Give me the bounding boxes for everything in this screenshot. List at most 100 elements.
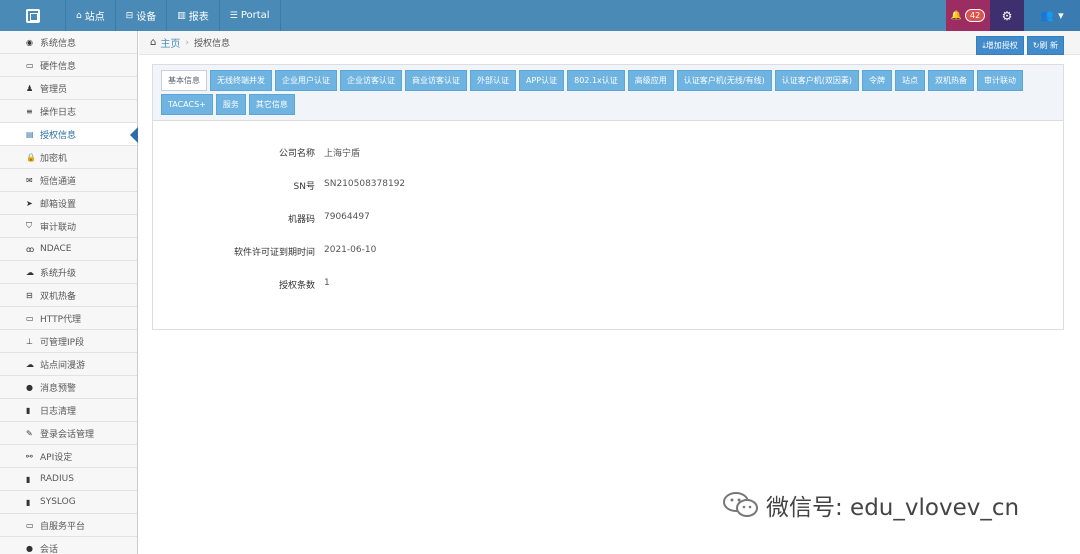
tab[interactable]: 审计联动 bbox=[976, 70, 1023, 91]
sidebar-item-label: 登录会话管理 bbox=[40, 429, 95, 440]
tab[interactable]: 其它信息 bbox=[248, 94, 295, 115]
sliders-icon: ☰ bbox=[229, 10, 238, 21]
logo-icon bbox=[25, 8, 40, 23]
wrench-icon: ✎ bbox=[26, 428, 33, 438]
top-navbar: ⌂ 站点 ⊟ 设备 ▥ 报表 ☰ Portal 🔔 42 ⚙ 👥 ▾ bbox=[0, 0, 1080, 31]
license-info: 公司名称 上海宁盾 SN号 SN210508378192 机器码 79064497 软件许可… bbox=[153, 121, 1063, 311]
sidebar-item-label: 管理员 bbox=[40, 84, 68, 95]
sidebar-item-label: 消息预警 bbox=[40, 383, 77, 394]
nav-portal[interactable]: ☰ Portal bbox=[220, 0, 281, 31]
sidebar-item-label: 加密机 bbox=[40, 153, 68, 164]
router-icon: ⌂ bbox=[76, 10, 82, 21]
tab[interactable]: 双机热备 bbox=[927, 70, 974, 91]
tab[interactable]: 外部认证 bbox=[470, 70, 516, 91]
sidebar-item[interactable]: ≡ 操作日志 bbox=[0, 100, 137, 123]
breadcrumb-home[interactable]: ⌂ 主页 bbox=[150, 35, 180, 50]
breadcrumb-separator: › bbox=[185, 37, 189, 48]
sidebar-item[interactable]: ▭ 硬件信息 bbox=[0, 54, 137, 77]
sidebar-item[interactable]: ꝏ NDACE bbox=[0, 238, 137, 261]
sidebar-item[interactable]: ⛉ 审计联动 bbox=[0, 215, 137, 238]
link-icon: ⚯ bbox=[26, 451, 33, 461]
tab[interactable]: 802.1x认证 bbox=[567, 70, 625, 91]
nav-sites-label: 站点 bbox=[84, 12, 105, 23]
sidebar-item[interactable]: 🔒 加密机 bbox=[0, 146, 137, 169]
tab[interactable]: 认证客户机(无线/有线) bbox=[676, 70, 772, 91]
tab[interactable]: 令牌 bbox=[861, 70, 892, 91]
add-license-button[interactable]: ⤓增加授权 bbox=[976, 36, 1024, 55]
info-value: 79064497 bbox=[324, 212, 370, 222]
file-icon: ▮ bbox=[26, 474, 31, 484]
sidebar-item[interactable]: ✎ 登录会话管理 bbox=[0, 422, 137, 445]
sidebar: ◉ 系统信息 ▭ 硬件信息 ♟ 管理员 ≡ 操作日志 ▤ 授权信息 🔒 加密机 ✉ 短信通道 ➤ 邮箱设置 ⛉ 审… bbox=[0, 31, 138, 554]
sidebar-item[interactable]: ⊥ 可管理IP段 bbox=[0, 330, 137, 353]
laptop-icon: ▭ bbox=[26, 60, 34, 70]
tab[interactable]: 商业访客认证 bbox=[405, 70, 467, 91]
sidebar-item[interactable]: ▭ 自服务平台 bbox=[0, 514, 137, 537]
info-value: 2021-06-10 bbox=[324, 245, 377, 255]
sidebar-item-label: 短信通道 bbox=[40, 176, 77, 187]
user-icon: ♟ bbox=[26, 83, 34, 93]
nav-sites[interactable]: ⌂ 站点 bbox=[66, 0, 116, 31]
sidebar-item[interactable]: ◉ 系统信息 bbox=[0, 31, 137, 54]
tab[interactable]: 站点 bbox=[894, 70, 925, 91]
sidebar-item[interactable]: ➤ 邮箱设置 bbox=[0, 192, 137, 215]
sidebar-item-label: SYSLOG bbox=[40, 497, 76, 507]
sidebar-item[interactable]: ☁ 系统升级 bbox=[0, 261, 137, 284]
send-icon: ➤ bbox=[26, 198, 33, 208]
sidebar-item-label: HTTP代理 bbox=[40, 314, 82, 325]
nav-devices[interactable]: ⊟ 设备 bbox=[116, 0, 168, 31]
wechat-icon bbox=[723, 492, 758, 517]
logo[interactable] bbox=[0, 0, 66, 31]
tab[interactable]: 认证客户机(双因素) bbox=[774, 70, 859, 91]
tab[interactable]: 企业访客认证 bbox=[340, 70, 402, 91]
laptop-icon: ▭ bbox=[26, 520, 34, 530]
sidebar-item[interactable]: ▮ RADIUS bbox=[0, 468, 137, 491]
sidebar-item[interactable]: ▮ 日志清理 bbox=[0, 399, 137, 422]
sidebar-item-label: NDACE bbox=[40, 244, 72, 254]
sidebar-item-label: 系统升级 bbox=[40, 268, 77, 279]
info-value: SN210508378192 bbox=[324, 179, 406, 189]
pushpin-icon: ⊥ bbox=[26, 336, 33, 346]
tab[interactable]: 基本信息 bbox=[161, 70, 207, 91]
gear-icon: ⚙ bbox=[1001, 8, 1013, 23]
bell-icon: 🔔 bbox=[950, 10, 963, 21]
sidebar-item[interactable]: ▮ SYSLOG bbox=[0, 491, 137, 514]
info-label: 授权条数 bbox=[278, 281, 315, 291]
notifications-button[interactable]: 🔔 42 bbox=[946, 0, 990, 31]
caret-down-icon: ▾ bbox=[1058, 9, 1064, 22]
info-value: 1 bbox=[324, 278, 330, 288]
tab[interactable]: APP认证 bbox=[519, 70, 565, 91]
sidebar-item[interactable]: ☁ 站点间漫游 bbox=[0, 353, 137, 376]
sidebar-item[interactable]: ▭ HTTP代理 bbox=[0, 307, 137, 330]
info-label: 机器码 bbox=[287, 215, 315, 225]
info-value: 上海宁盾 bbox=[324, 149, 361, 159]
refresh-button[interactable]: ↻刷 新 bbox=[1026, 36, 1064, 55]
sidebar-item[interactable]: ● 消息预警 bbox=[0, 376, 137, 399]
tab[interactable]: TACACS+ bbox=[161, 94, 213, 115]
sidebar-item[interactable]: ⚯ API设定 bbox=[0, 445, 137, 468]
add-license-label: 增加授权 bbox=[985, 41, 1018, 50]
sidebar-item[interactable]: ✉ 短信通道 bbox=[0, 169, 137, 192]
user-menu-button[interactable]: 👥 ▾ bbox=[1024, 0, 1080, 31]
sidebar-item[interactable]: ● 会话 bbox=[0, 537, 137, 554]
tab[interactable]: 高级应用 bbox=[627, 70, 674, 91]
device-icon: ⊟ bbox=[125, 10, 134, 21]
nav-portal-label: Portal bbox=[240, 10, 270, 21]
chart-icon: ▥ bbox=[177, 10, 186, 21]
notification-badge: 42 bbox=[965, 9, 986, 22]
tab[interactable]: 企业用户认证 bbox=[275, 70, 337, 91]
tab[interactable]: 无线终端并发 bbox=[210, 70, 272, 91]
tab[interactable]: 服务 bbox=[215, 94, 246, 115]
nav-reports[interactable]: ▥ 报表 bbox=[167, 0, 220, 31]
sidebar-item[interactable]: ▤ 授权信息 bbox=[0, 123, 138, 146]
sidebar-item-label: 日志清理 bbox=[40, 406, 77, 417]
file-icon: ▮ bbox=[26, 497, 31, 507]
sidebar-item[interactable]: ⊟ 双机热备 bbox=[0, 284, 137, 307]
license-panel: 基本信息 无线终端并发 企业用户认证 企业访客认证 商业访客认证 外部认证 APP认证 802… bbox=[152, 64, 1064, 330]
settings-button[interactable]: ⚙ bbox=[990, 0, 1024, 31]
wechat-watermark: 微信号: edu_vlovev_cn bbox=[722, 488, 1019, 522]
info-label: 软件许可证到期时间 bbox=[233, 248, 315, 258]
hdd-icon: ⊟ bbox=[26, 290, 33, 300]
refresh-label: 刷 新 bbox=[1039, 41, 1058, 50]
sidebar-item[interactable]: ♟ 管理员 bbox=[0, 77, 137, 100]
